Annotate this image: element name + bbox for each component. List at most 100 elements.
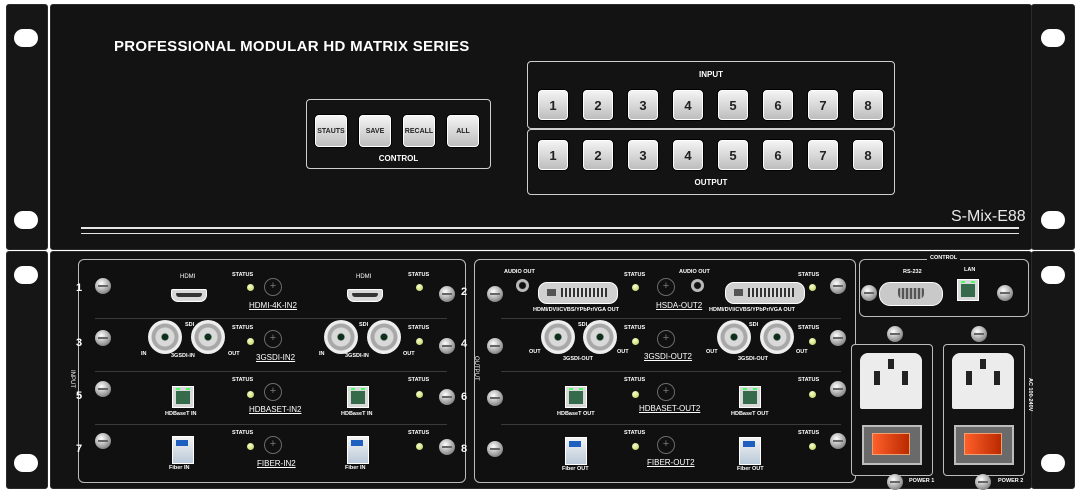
sdi-out-connector[interactable] [541, 320, 575, 354]
lan-label: LAN [964, 267, 976, 273]
slot-divider [95, 371, 447, 372]
status-button[interactable]: STAUTS [315, 115, 347, 147]
audio-out-label: AUDIO OUT [504, 269, 535, 275]
fiber-in-port[interactable] [172, 436, 194, 464]
input-button-2[interactable]: 2 [583, 90, 613, 120]
status-label: STATUS [798, 430, 820, 436]
recall-button[interactable]: RECALL [403, 115, 435, 147]
screw [439, 338, 455, 354]
dvi-out-port[interactable] [538, 282, 618, 304]
power-switch[interactable] [862, 425, 922, 465]
sdi-loop-out-connector[interactable] [367, 320, 401, 354]
rack-mount-hole [1041, 266, 1065, 284]
output-button-6[interactable]: 6 [763, 140, 793, 170]
power-inlet[interactable] [860, 353, 922, 409]
knob-icon: + [657, 278, 675, 296]
power-1-label: POWER 1 [909, 478, 935, 484]
output-side-label: OUTPUT [473, 356, 479, 381]
hdmi-port-label: HDMI [180, 274, 196, 280]
sdi-out-connector[interactable] [760, 320, 794, 354]
input-button-5[interactable]: 5 [718, 90, 748, 120]
input-button-3[interactable]: 3 [628, 90, 658, 120]
fiber-out-port[interactable] [565, 437, 587, 465]
save-button[interactable]: SAVE [359, 115, 391, 147]
output-button-2[interactable]: 2 [583, 140, 613, 170]
status-label: STATUS [624, 430, 646, 436]
status-led [247, 338, 254, 345]
screw [971, 326, 987, 342]
output-button-3[interactable]: 3 [628, 140, 658, 170]
input-button-7[interactable]: 7 [808, 90, 838, 120]
dvi-out-port[interactable] [725, 282, 805, 304]
sdi-in-connector[interactable] [324, 320, 358, 354]
input-button-8[interactable]: 8 [853, 90, 883, 120]
screw [95, 278, 111, 294]
input-button-4[interactable]: 4 [673, 90, 703, 120]
fiber-in-label: Fiber IN [169, 465, 190, 471]
divider-line [81, 227, 1019, 229]
sdi-label: SDI [749, 322, 759, 328]
output-button-4[interactable]: 4 [673, 140, 703, 170]
screw [439, 389, 455, 405]
status-label: STATUS [232, 272, 254, 278]
power-inlet[interactable] [952, 353, 1014, 409]
divider-line [81, 233, 1019, 234]
output-button-5[interactable]: 5 [718, 140, 748, 170]
status-label: STATUS [408, 325, 430, 331]
card-name-3gsdi-out2: 3GSDI-OUT2 [644, 352, 693, 361]
hdbaset-out-port[interactable] [565, 386, 587, 408]
power-inlet-pin [966, 371, 972, 385]
product-series-title: PROFESSIONAL MODULAR HD MATRIX SERIES [114, 38, 470, 55]
sdi-loop-out-connector[interactable] [191, 320, 225, 354]
lan-port[interactable] [957, 279, 979, 301]
screw [439, 286, 455, 302]
status-label: STATUS [798, 325, 820, 331]
hdbaset-in-port[interactable] [172, 386, 194, 408]
status-led [416, 338, 423, 345]
rs232-port[interactable] [879, 282, 943, 306]
status-led [632, 391, 639, 398]
sdi-out-connector[interactable] [583, 320, 617, 354]
sdi-out-label: 3GSDI-OUT [738, 356, 768, 362]
input-button-1[interactable]: 1 [538, 90, 568, 120]
input-button-6[interactable]: 6 [763, 90, 793, 120]
fiber-in-port[interactable] [347, 436, 369, 464]
knob-icon: + [264, 330, 282, 348]
fiber-out-port[interactable] [739, 437, 761, 465]
audio-out-jack[interactable] [691, 279, 704, 292]
sdi-in-connector[interactable] [148, 320, 182, 354]
power-switch[interactable] [954, 425, 1014, 465]
output-button-8[interactable]: 8 [853, 140, 883, 170]
audio-out-label: AUDIO OUT [679, 269, 710, 275]
hdmi-port-label: HDMI [356, 274, 372, 280]
hdbaset-in-port[interactable] [347, 386, 369, 408]
sdi-out-label: OUT [617, 349, 629, 355]
status-led [809, 284, 816, 291]
right-rack-ear-bottom [1031, 251, 1075, 489]
screw [487, 441, 503, 457]
slot-number-4: 4 [461, 338, 468, 350]
card-name-fiber-in2: FIBER-IN2 [257, 459, 296, 468]
power-inlet-pin [874, 371, 880, 385]
hdbaset-out-port[interactable] [739, 386, 761, 408]
status-label: STATUS [232, 325, 254, 331]
all-button[interactable]: ALL [447, 115, 479, 147]
slot-number-5: 5 [76, 390, 83, 402]
status-label: STATUS [232, 430, 254, 436]
knob-icon: + [264, 278, 282, 296]
power-supply-1 [851, 344, 933, 476]
hdmi-in-port[interactable] [347, 289, 383, 302]
audio-out-jack[interactable] [516, 279, 529, 292]
output-button-1[interactable]: 1 [538, 140, 568, 170]
sdi-label: SDI [359, 322, 369, 328]
output-button-7[interactable]: 7 [808, 140, 838, 170]
dvi-out-label: HDMI/DVI/CVBS/YPbPr/VGA OUT [533, 307, 619, 313]
slot-number-8: 8 [461, 443, 468, 455]
sdi-out-connector[interactable] [717, 320, 751, 354]
screw [487, 390, 503, 406]
status-led [247, 443, 254, 450]
screw [861, 285, 877, 301]
hdmi-in-port[interactable] [171, 289, 207, 302]
dvi-out-label: HDMI/DVI/CVBS/YPbPr/VGA OUT [709, 307, 795, 313]
power-2-label: POWER 2 [998, 478, 1024, 484]
